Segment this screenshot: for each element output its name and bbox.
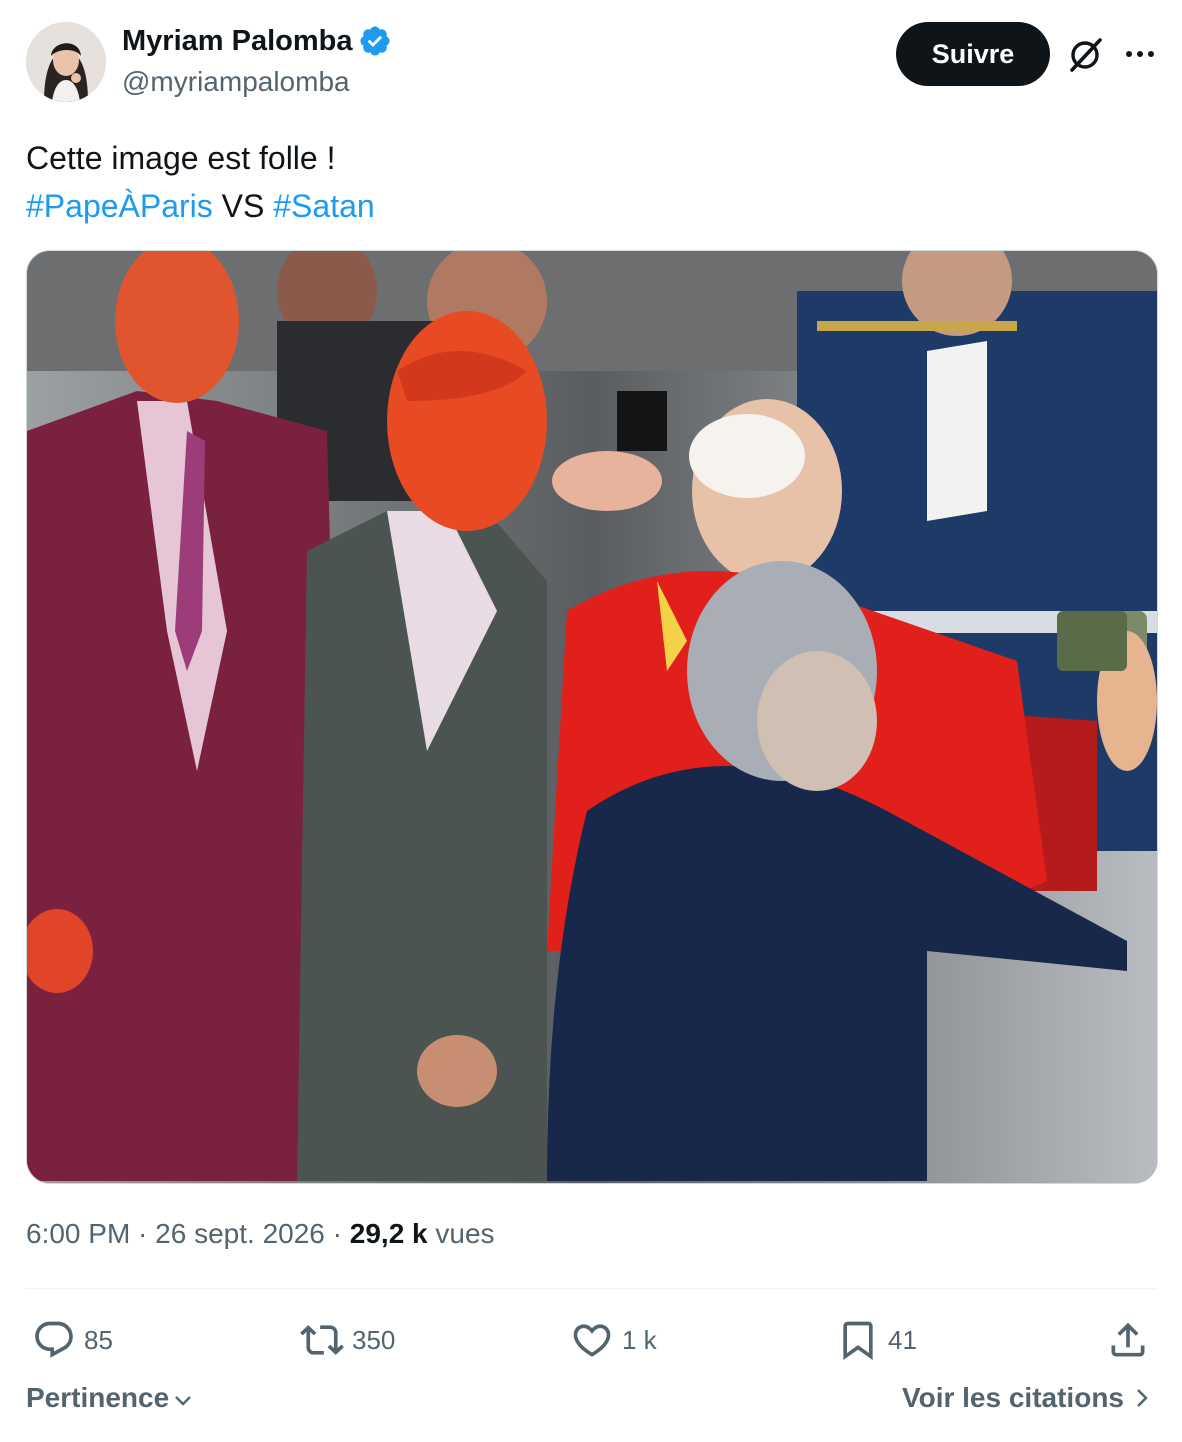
tweet-media-photo[interactable]	[26, 250, 1158, 1184]
bookmark-button[interactable]: 41	[836, 1316, 917, 1364]
verified-badge-icon[interactable]	[358, 24, 392, 58]
reply-button[interactable]: 85	[32, 1316, 113, 1364]
views-count: 29,2 k	[349, 1218, 428, 1249]
heart-icon	[573, 1324, 611, 1357]
more-options-icon[interactable]	[1122, 40, 1158, 68]
reply-icon	[35, 1321, 73, 1358]
repost-icon	[300, 1325, 344, 1355]
tweet-text: Cette image est folle ! #PapeÀParis VS #…	[26, 134, 375, 230]
sort-label: Pertinence	[26, 1382, 170, 1413]
meta-separator: ·	[130, 1218, 156, 1249]
chevron-down-icon	[175, 1396, 192, 1406]
follow-button[interactable]: Suivre	[896, 22, 1050, 86]
share-icon[interactable]	[1106, 1318, 1150, 1362]
like-button[interactable]: 1 k	[570, 1316, 657, 1364]
meta-separator: ·	[324, 1218, 350, 1249]
author-name-row[interactable]: Myriam Palomba	[122, 24, 392, 58]
divider	[26, 1288, 1156, 1289]
hashtag-link-satan[interactable]: #Satan	[273, 188, 374, 224]
tweet-time[interactable]: 6:00 PM	[26, 1218, 130, 1249]
like-count: 1 k	[622, 1324, 657, 1355]
author-handle[interactable]: @myriampalomba	[122, 66, 350, 98]
grok-icon[interactable]	[1064, 34, 1106, 76]
tweet-text-vs: VS	[212, 188, 274, 224]
tweet-date[interactable]: 26 sept. 2026	[155, 1218, 325, 1249]
avatar-image	[26, 22, 106, 102]
tweet-meta: 6:00 PM · 26 sept. 2026 · 29,2 k vues	[26, 1218, 495, 1250]
tweet-text-line-2: #PapeÀParis VS #Satan	[26, 182, 375, 230]
repost-button[interactable]: 350	[300, 1316, 395, 1364]
hashtag-link-pape-a-paris[interactable]: #PapeÀParis	[26, 188, 213, 224]
sort-dropdown[interactable]: Pertinence	[26, 1382, 195, 1414]
avatar[interactable]	[26, 22, 106, 102]
view-quotes-label: Voir les citations	[902, 1382, 1124, 1413]
media-image	[27, 251, 1157, 1183]
tweet-text-line-1: Cette image est folle !	[26, 140, 336, 176]
author-display-name[interactable]: Myriam Palomba	[122, 25, 352, 58]
bookmark-count: 41	[888, 1324, 917, 1355]
chevron-right-icon	[1137, 1389, 1148, 1407]
view-quotes-link[interactable]: Voir les citations	[902, 1382, 1154, 1414]
bookmark-icon	[843, 1321, 873, 1361]
reply-count: 85	[84, 1324, 113, 1355]
views-label: vues	[427, 1218, 495, 1249]
repost-count: 350	[352, 1324, 396, 1355]
